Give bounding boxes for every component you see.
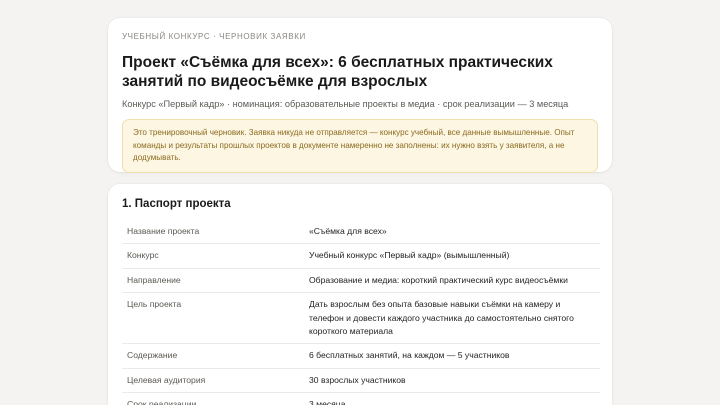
row-value: Образование и медиа: короткий практическ… — [304, 268, 600, 294]
section-title: 1. Паспорт проекта — [122, 198, 231, 210]
table-row: Конкурс Учебный конкурс «Первый кадр» (в… — [122, 243, 600, 269]
row-label: Конкурс — [122, 243, 304, 269]
passport-table: Название проекта «Съёмка для всех» Конку… — [122, 220, 600, 405]
table-row: Направление Образование и медиа: коротки… — [122, 268, 600, 294]
application-header-card: УЧЕБНЫЙ КОНКУРС · ЧЕРНОВИК ЗАЯВКИ Проект… — [108, 18, 612, 173]
row-value: 3 месяца — [309, 399, 346, 405]
table-row: Содержание 6 бесплатных занятий, на кажд… — [122, 343, 600, 369]
table-row: Срок реализации 3 месяца — [122, 393, 600, 405]
page-title: Проект «Съёмка для всех»: 6 бесплатных п… — [122, 54, 553, 90]
row-label: Содержание — [122, 343, 304, 369]
contest-meta: Конкурс «Первый кадр» · номинация: образ… — [122, 99, 569, 109]
row-label: Направление — [122, 268, 304, 294]
row-label: Срок реализации — [127, 399, 197, 405]
row-value: Учебный конкурс «Первый кадр» (вымышленн… — [304, 243, 600, 269]
row-value: 6 бесплатных занятий, на каждом — 5 учас… — [304, 343, 600, 369]
row-value: Дать взрослым без опыта базовые навыки с… — [304, 292, 600, 345]
row-label: Название проекта — [122, 220, 304, 245]
draft-notice: Это тренировочный черновик. Заявка никуд… — [122, 119, 598, 173]
row-label: Целевая аудитория — [122, 368, 304, 394]
row-value: 30 взрослых участников — [304, 368, 600, 394]
row-label: Цель проекта — [122, 292, 304, 345]
table-row: Целевая аудитория 30 взрослых участников — [122, 368, 600, 394]
eyebrow-label: УЧЕБНЫЙ КОНКУРС · ЧЕРНОВИК ЗАЯВКИ — [122, 32, 306, 41]
passport-section-card: 1. Паспорт проекта Название проекта «Съё… — [108, 184, 612, 405]
table-row: Название проекта «Съёмка для всех» — [122, 220, 600, 245]
row-value: «Съёмка для всех» — [304, 220, 600, 245]
table-row: Цель проекта Дать взрослым без опыта баз… — [122, 292, 600, 345]
